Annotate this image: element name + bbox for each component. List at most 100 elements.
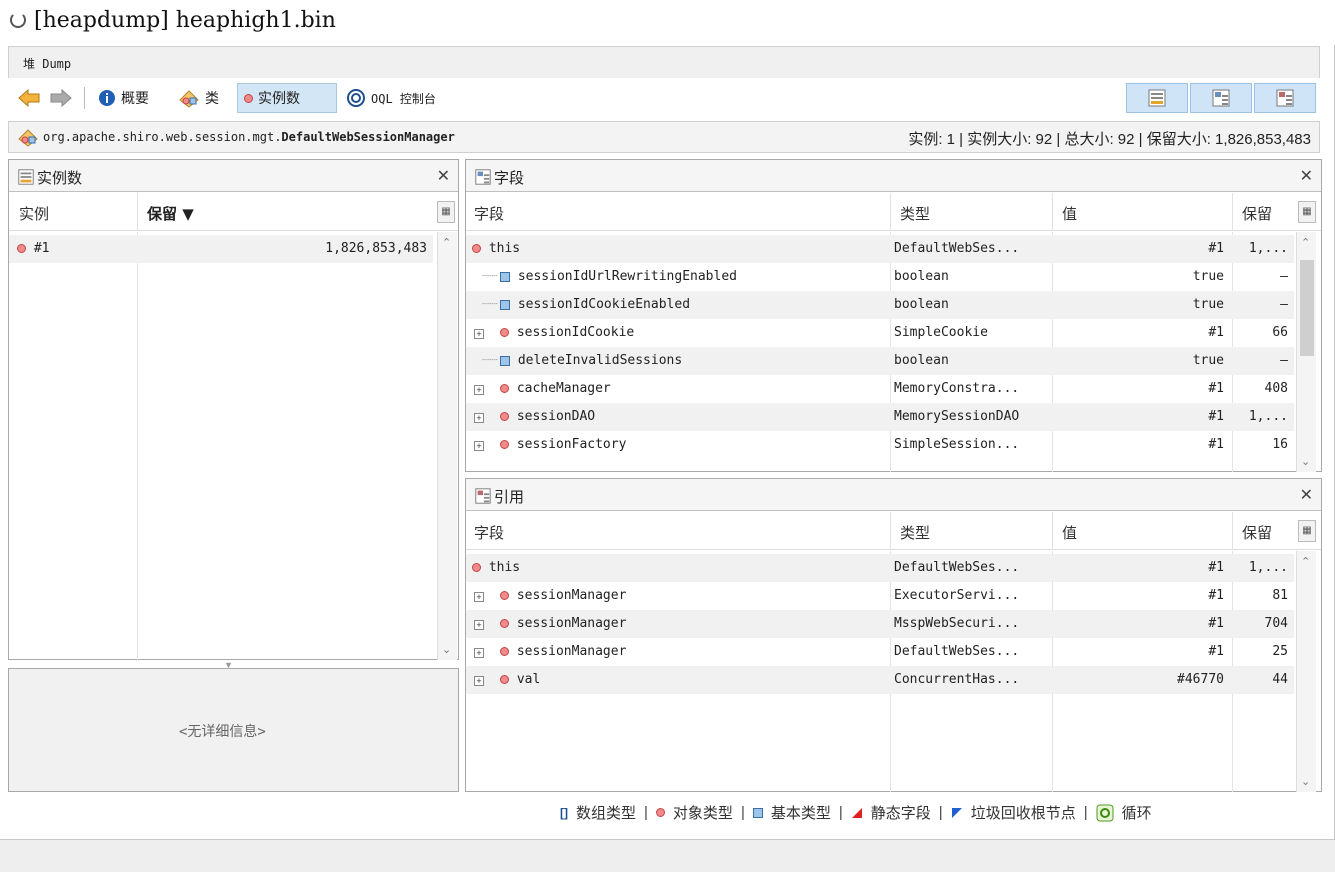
object-dot-icon	[17, 244, 26, 253]
object-dot-icon	[500, 619, 509, 628]
field-name: sessionIdCookieEnabled	[517, 297, 691, 312]
reference-row[interactable]: + sessionManager DefaultWebSes... #1 25	[466, 638, 1294, 666]
primitive-square-icon	[500, 299, 510, 310]
references-panel-close-icon[interactable]: ✕	[1300, 485, 1313, 505]
forward-button[interactable]	[44, 83, 78, 113]
scroll-down-icon[interactable]: ⌄	[1301, 775, 1310, 788]
field-row[interactable]: ┈┈ sessionIdUrlRewritingEnabled boolean …	[466, 263, 1294, 291]
field-row[interactable]: ┈┈ deleteInvalidSessions boolean true –	[466, 347, 1294, 375]
col-retained[interactable]: 保留	[1242, 203, 1272, 224]
references-view-button[interactable]	[1254, 83, 1316, 113]
column-divider	[890, 512, 891, 550]
scroll-thumb[interactable]	[1300, 260, 1314, 356]
scroll-up-icon[interactable]: ⌃	[1301, 555, 1310, 568]
expand-plus-icon[interactable]: +	[474, 381, 484, 396]
field-type: MemoryConstra...	[894, 381, 1020, 396]
col-type[interactable]: 类型	[900, 522, 930, 543]
primitive-square-icon	[752, 807, 763, 818]
field-row[interactable]: + sessionIdCookie SimpleCookie #1 66	[466, 319, 1294, 347]
fields-panel-header: 字段 ✕	[466, 160, 1321, 192]
col-field[interactable]: 字段	[474, 522, 504, 543]
ref-name: this	[488, 560, 521, 575]
reference-row[interactable]: this DefaultWebSes... #1 1,...	[466, 554, 1294, 582]
toolbar: 概要 类 实例数 OQL 控制台	[8, 79, 1320, 117]
scroll-up-icon[interactable]: ⌃	[442, 236, 451, 249]
references-scrollbar[interactable]: ⌃ ⌄	[1296, 551, 1316, 792]
ref-name: sessionManager	[516, 644, 627, 659]
scroll-down-icon[interactable]: ⌄	[442, 643, 451, 656]
expand-plus-icon[interactable]: +	[474, 644, 484, 659]
field-row[interactable]: + sessionDAO MemorySessionDAO #1 1,...	[466, 403, 1294, 431]
instances-panel-close-icon[interactable]: ✕	[437, 166, 450, 186]
field-type: boolean	[894, 269, 949, 284]
column-config-icon[interactable]: ▦	[1298, 520, 1316, 542]
col-value[interactable]: 值	[1062, 522, 1077, 543]
oql-console-tab[interactable]: OQL 控制台	[340, 83, 442, 113]
instances-tab[interactable]: 实例数	[237, 83, 337, 113]
heap-dump-tab[interactable]: 堆 Dump	[23, 55, 71, 72]
field-name-cell: sessionFactory	[500, 437, 626, 452]
references-column-header: 字段 类型 值 保留 ▦	[466, 512, 1321, 550]
legend-separator: |	[1083, 804, 1088, 821]
field-name-cell: deleteInvalidSessions	[500, 353, 682, 368]
loading-spinner-icon	[10, 12, 26, 28]
expand-plus-icon[interactable]: +	[474, 325, 484, 340]
ref-retained: 704	[1264, 616, 1288, 631]
object-dot-icon	[500, 384, 509, 393]
column-config-icon[interactable]: ▦	[437, 201, 455, 223]
reference-row[interactable]: + sessionManager MsspWebSecuri... #1 704	[466, 610, 1294, 638]
window-title: [heapdump] heaphigh1.bin	[34, 8, 336, 33]
field-row[interactable]: ┈┈ sessionIdCookieEnabled boolean true –	[466, 291, 1294, 319]
reference-row[interactable]: + sessionManager ExecutorServi... #1 81	[466, 582, 1294, 610]
field-row[interactable]: this DefaultWebSes... #1 1,...	[466, 235, 1294, 263]
legend-loop: 循环	[1121, 805, 1152, 822]
reference-row[interactable]: + val ConcurrentHas... #46770 44	[466, 666, 1294, 694]
instances-label: 实例数	[258, 90, 300, 106]
back-button[interactable]	[12, 83, 46, 113]
column-divider	[890, 193, 891, 231]
object-dot-icon	[472, 244, 481, 253]
expand-plus-icon[interactable]: +	[474, 616, 484, 631]
object-dot-icon	[500, 440, 509, 449]
column-config-icon[interactable]: ▦	[1298, 201, 1316, 223]
legend-primitive-type: 基本类型	[770, 805, 831, 822]
col-retained-sorted[interactable]: 保留 ▼	[147, 203, 194, 224]
instances-view-button[interactable]	[1126, 83, 1188, 113]
col-value[interactable]: 值	[1062, 203, 1077, 224]
field-retained: 66	[1272, 325, 1288, 340]
col-field[interactable]: 字段	[474, 203, 504, 224]
col-instance[interactable]: 实例	[19, 203, 49, 224]
scroll-up-icon[interactable]: ⌃	[1301, 236, 1310, 249]
ref-name: sessionManager	[516, 588, 627, 603]
fields-view-button[interactable]	[1190, 83, 1252, 113]
col-retained[interactable]: 保留	[1242, 522, 1272, 543]
class-package: org.apache.shiro.web.session.mgt.	[43, 130, 282, 144]
ref-type: ConcurrentHas...	[894, 672, 1020, 687]
classes-tab[interactable]: 类	[172, 83, 225, 113]
field-retained: –	[1280, 297, 1288, 312]
fields-scrollbar[interactable]: ⌃ ⌄	[1296, 232, 1316, 472]
array-type-icon: []	[560, 805, 568, 820]
instance-row[interactable]: #1 1,826,853,483	[9, 235, 433, 263]
expand-plus-icon[interactable]: +	[474, 409, 484, 424]
loop-icon	[1096, 804, 1114, 821]
col-type[interactable]: 类型	[900, 203, 930, 224]
field-name: sessionFactory	[516, 437, 627, 452]
fields-panel-close-icon[interactable]: ✕	[1300, 166, 1313, 186]
ref-retained: 81	[1272, 588, 1288, 603]
field-row[interactable]: + cacheManager MemoryConstra... #1 408	[466, 375, 1294, 403]
ref-name-cell: this	[472, 560, 520, 575]
instances-scrollbar[interactable]: ⌃ ⌄	[437, 232, 457, 660]
column-divider	[1052, 193, 1053, 231]
expand-plus-icon[interactable]: +	[474, 588, 484, 603]
expand-plus-icon[interactable]: +	[474, 672, 484, 687]
references-panel-header: 引用 ✕	[466, 479, 1321, 511]
column-divider	[137, 193, 138, 231]
summary-tab[interactable]: 概要	[92, 83, 155, 113]
field-row[interactable]: + sessionFactory SimpleSession... #1 16	[466, 431, 1294, 459]
heap-dump-tab-row: 堆 Dump	[8, 46, 1320, 78]
field-retained: 1,...	[1248, 409, 1288, 424]
field-retained: 1,...	[1248, 241, 1288, 256]
expand-plus-icon[interactable]: +	[474, 437, 484, 452]
scroll-down-icon[interactable]: ⌄	[1301, 455, 1310, 468]
